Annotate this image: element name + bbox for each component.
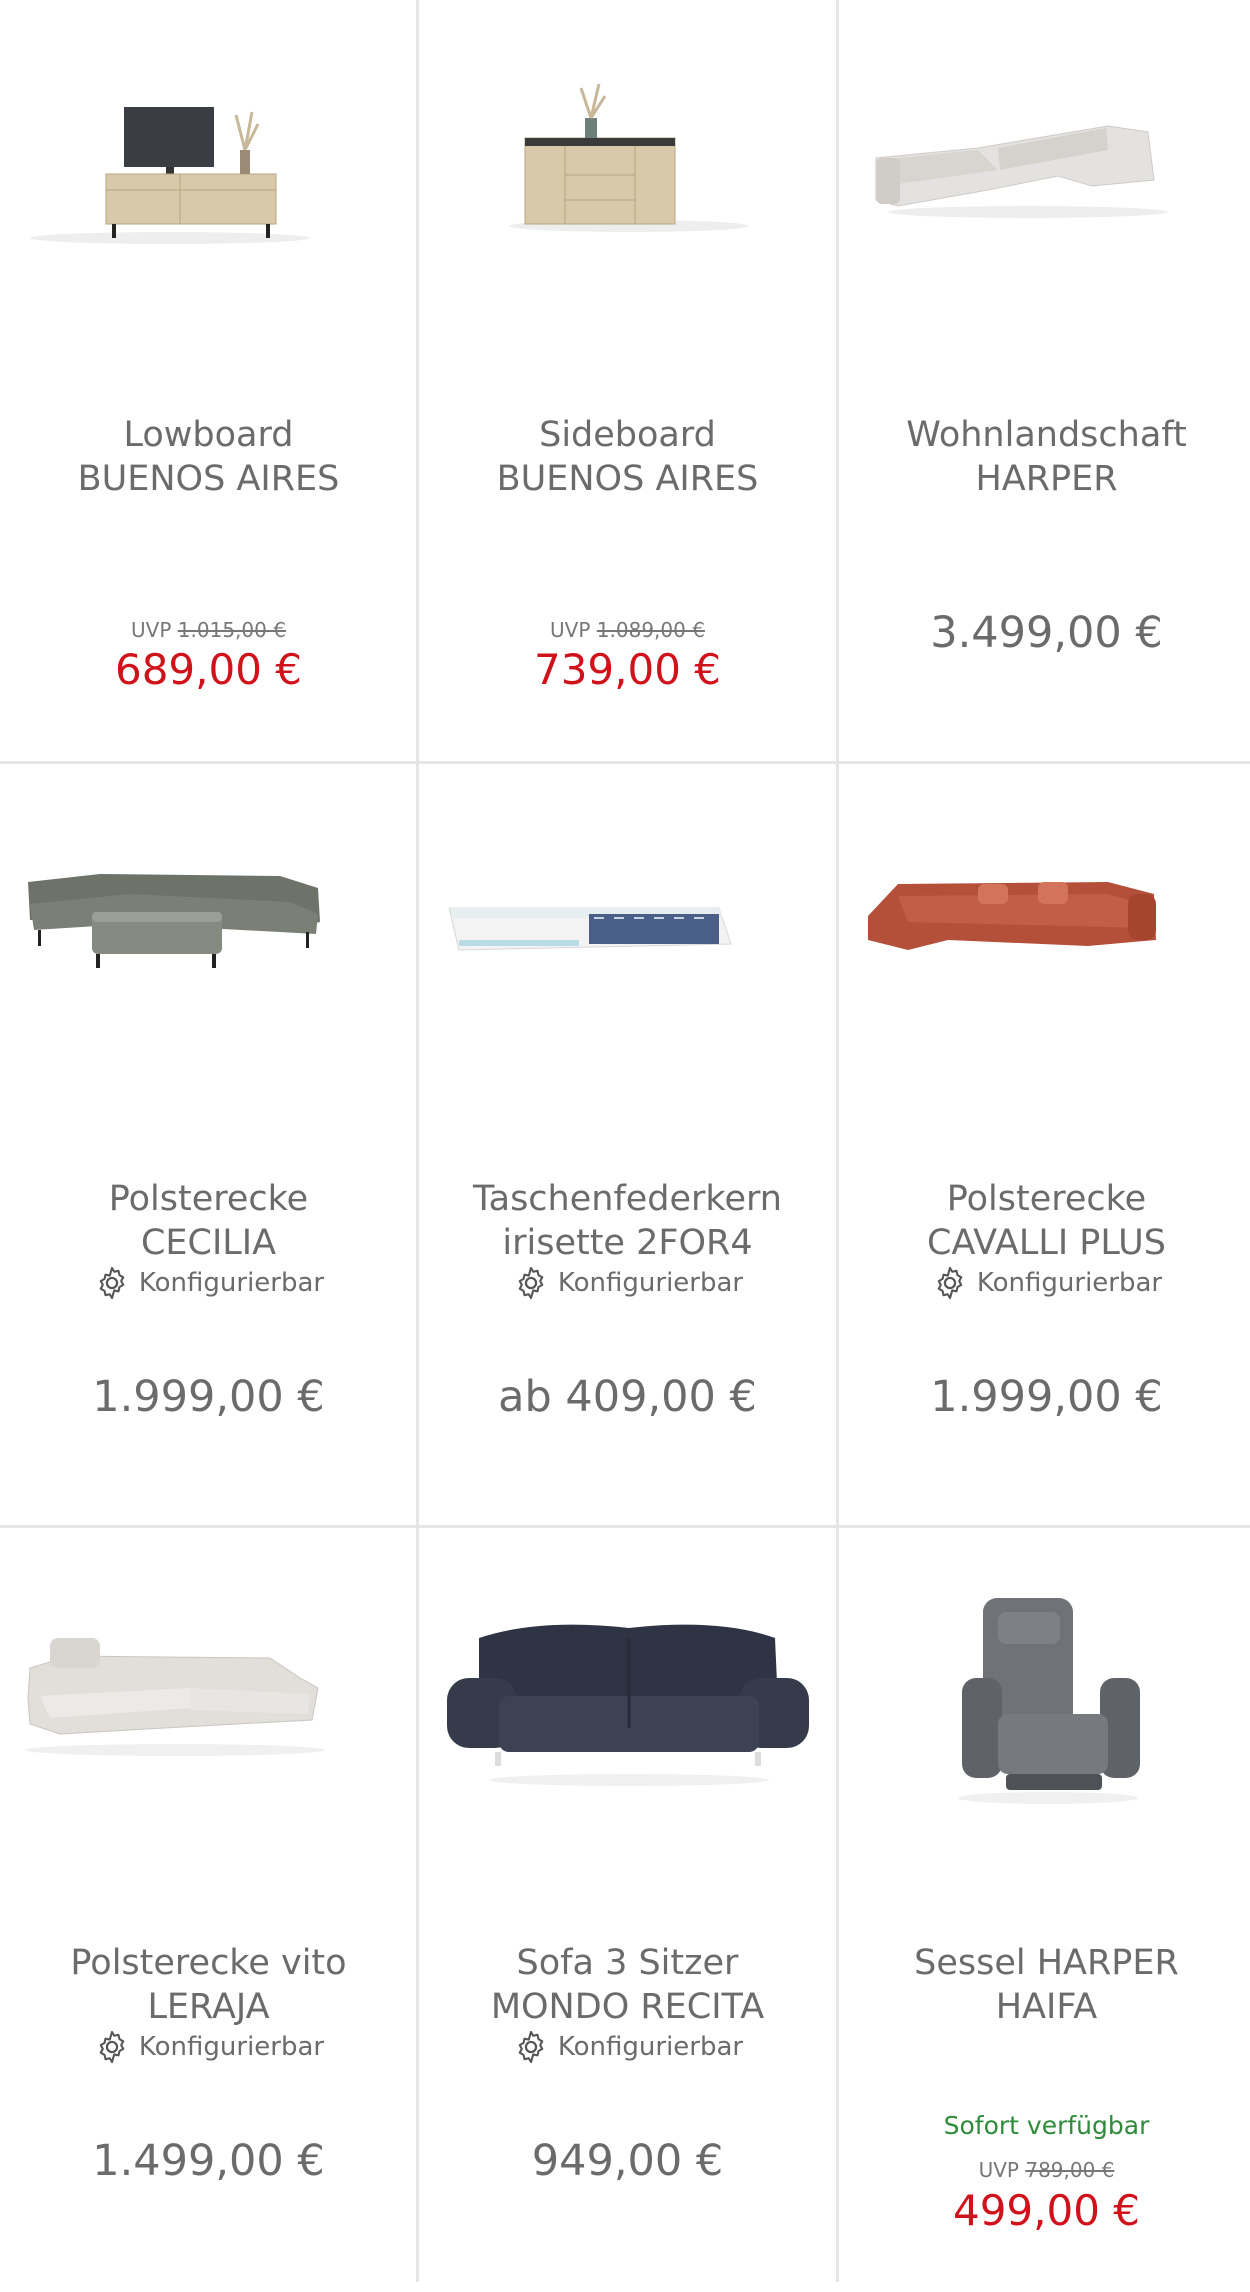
availability-status: Sofort verfügbar [943, 2111, 1150, 2140]
product-title[interactable]: Wohnlandschaft HARPER [848, 413, 1245, 501]
armchair-image[interactable] [838, 1528, 1250, 1888]
configurable-badge: Konfigurierbar [0, 1264, 417, 1302]
product-card[interactable]: Taschenfederkern irisette 2FOR4 Konfiguri… [419, 764, 836, 1528]
sale-price: 739,00 € [533, 645, 722, 694]
gear-icon [512, 1264, 550, 1302]
product-title[interactable]: Polsterecke vito LERAJA [10, 1941, 407, 2029]
product-card[interactable]: Sessel HARPER HAIFA Sofort verfügbar UVP … [838, 1528, 1250, 2292]
product-title[interactable]: Taschenfederkern irisette 2FOR4 [429, 1177, 826, 1265]
uvp-price: UVP 789,00 € [978, 2158, 1115, 2182]
gear-icon [931, 1264, 969, 1302]
product-title[interactable]: Sofa 3 Sitzer MONDO RECITA [429, 1941, 826, 2029]
sofa-landscape-image[interactable] [838, 0, 1250, 360]
column-divider [416, 0, 419, 2282]
product-card[interactable]: Sofa 3 Sitzer MONDO RECITA Konfigurierbar… [419, 1528, 836, 2292]
product-title[interactable]: Polsterecke CAVALLI PLUS [848, 1177, 1245, 1265]
product-card[interactable]: Sideboard BUENOS AIRES UVP 1.089,00 € 739… [419, 0, 836, 764]
product-title[interactable]: Polsterecke CECILIA [10, 1177, 407, 1265]
sale-price: 689,00 € [114, 645, 303, 694]
corner-sofa-image[interactable] [0, 1528, 417, 1888]
product-card[interactable]: Polsterecke CECILIA Konfigurierbar 1.999,… [0, 764, 417, 1528]
configurable-badge: Konfigurierbar [838, 1264, 1250, 1302]
corner-sofa-image[interactable] [838, 764, 1250, 1124]
product-card[interactable]: Polsterecke CAVALLI PLUS Konfigurierbar 1… [838, 764, 1250, 1528]
gear-icon [93, 2028, 131, 2066]
mattress-image[interactable] [419, 764, 836, 1124]
corner-sofa-image[interactable] [0, 764, 417, 1124]
product-card[interactable]: Polsterecke vito LERAJA Konfigurierbar 1.… [0, 1528, 417, 2292]
lowboard-image[interactable] [0, 0, 417, 360]
product-price: 1.499,00 € [92, 2136, 325, 2186]
sideboard-image[interactable] [419, 0, 836, 360]
sofa-image[interactable] [419, 1528, 836, 1888]
uvp-price: UVP 1.015,00 € [131, 618, 286, 642]
product-title[interactable]: Lowboard BUENOS AIRES [10, 413, 407, 501]
product-title[interactable]: Sideboard BUENOS AIRES [429, 413, 826, 501]
product-price: ab 409,00 € [498, 1372, 757, 1422]
product-title[interactable]: Sessel HARPER HAIFA [848, 1941, 1245, 2029]
product-price: 3.499,00 € [930, 608, 1163, 658]
product-card[interactable]: Wohnlandschaft HARPER 3.499,00 € [838, 0, 1250, 764]
configurable-badge: Konfigurierbar [419, 2028, 836, 2066]
product-card[interactable]: Lowboard BUENOS AIRES UVP 1.015,00 € 689,… [0, 0, 417, 764]
column-divider [836, 0, 839, 2282]
gear-icon [512, 2028, 550, 2066]
row-divider [0, 1525, 1250, 1528]
gear-icon [93, 1264, 131, 1302]
product-price: 1.999,00 € [92, 1372, 325, 1422]
product-grid: Lowboard BUENOS AIRES UVP 1.015,00 € 689,… [0, 0, 1250, 2282]
configurable-badge: Konfigurierbar [419, 1264, 836, 1302]
product-price: 1.999,00 € [930, 1372, 1163, 1422]
row-divider [0, 761, 1250, 764]
product-price: 949,00 € [531, 2136, 724, 2186]
sale-price: 499,00 € [952, 2186, 1141, 2235]
configurable-badge: Konfigurierbar [0, 2028, 417, 2066]
uvp-price: UVP 1.089,00 € [550, 618, 705, 642]
